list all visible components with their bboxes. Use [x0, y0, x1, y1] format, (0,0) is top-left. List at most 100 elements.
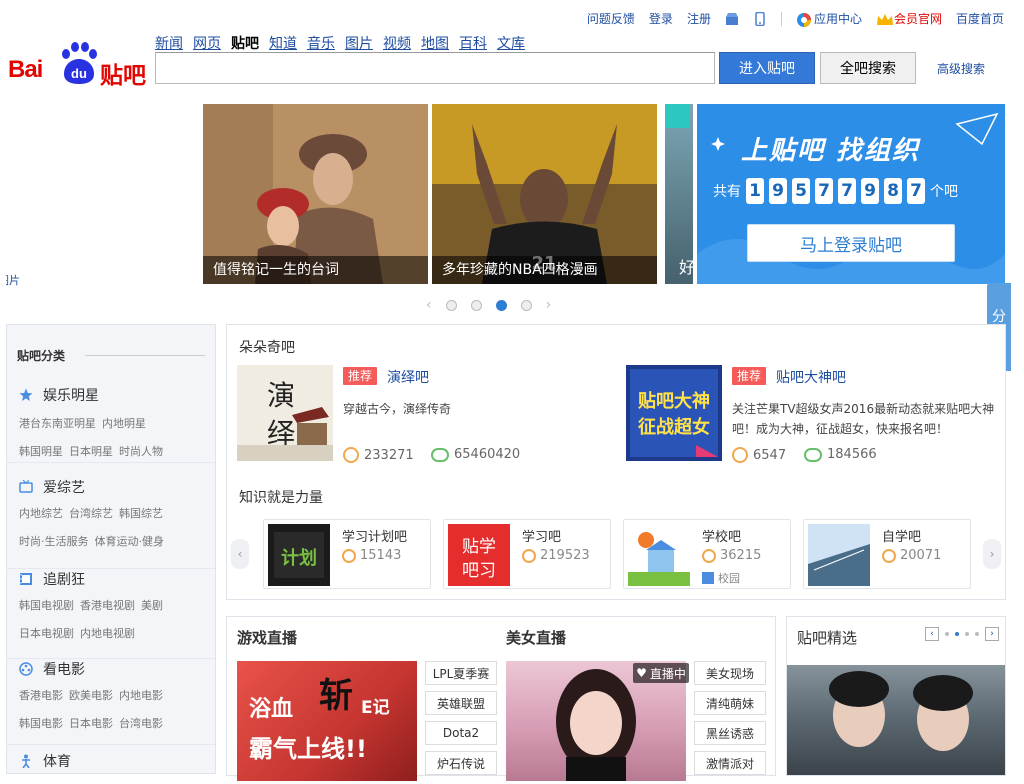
user-icon	[343, 447, 359, 463]
banner-next-arrow[interactable]: ›	[546, 297, 552, 313]
knowledge-card[interactable]: 计划 学习计划吧 15143	[263, 519, 431, 589]
banner-slide-1[interactable]: 值得铭记一生的台词	[203, 104, 428, 284]
banner-prev-arrow[interactable]: ‹	[426, 297, 432, 313]
nav-item[interactable]: 百科	[459, 33, 487, 53]
subcategory-link[interactable]: 日本电视剧	[19, 627, 74, 640]
user-icon	[882, 548, 896, 563]
promo-title: 上贴吧 找组织	[741, 136, 921, 166]
card-tag: 校园	[702, 570, 740, 586]
subcategory-link[interactable]: 韩国综艺	[119, 507, 163, 520]
subcategory-link[interactable]: 港台东南亚明星	[19, 417, 96, 430]
tieba-name[interactable]: 演绎吧	[387, 367, 429, 387]
game-tag[interactable]: Dota2	[425, 721, 497, 745]
subcategory-link[interactable]: 韩国电视剧	[19, 599, 74, 612]
enter-tieba-button[interactable]: 进入贴吧	[719, 52, 815, 84]
nav-item[interactable]: 图片	[345, 33, 373, 53]
pager-dot[interactable]	[965, 632, 969, 636]
category-title[interactable]: 看电影	[19, 659, 85, 679]
baidu-tieba-logo[interactable]: Bai du 贴吧	[6, 38, 146, 89]
subcategory-link[interactable]: 香港电视剧	[80, 599, 135, 612]
nav-item[interactable]: 音乐	[307, 33, 335, 53]
star-icon	[19, 388, 33, 402]
nav-item[interactable]: 知道	[269, 33, 297, 53]
post-count-value: 65460420	[454, 447, 521, 462]
nav-item[interactable]: 视频	[383, 33, 411, 53]
count-digit: 1	[746, 178, 764, 204]
subcategory-link[interactable]: 时尚人物	[119, 445, 163, 458]
mobile-icon[interactable]	[753, 11, 767, 26]
subcategory-link[interactable]: 时尚·生活服务	[19, 535, 89, 548]
featured-item-1[interactable]: 演 绎 推荐 演绎吧 穿越古今，演绎传奇 233271 65460420	[237, 365, 607, 465]
category-title[interactable]: 体育	[19, 751, 71, 771]
login-link[interactable]: 登录	[649, 10, 673, 27]
search-input[interactable]	[155, 52, 715, 84]
pager-dot[interactable]	[975, 632, 979, 636]
vip-link[interactable]: 会员官网	[876, 10, 942, 27]
jingxuan-photo	[829, 671, 973, 751]
category-title[interactable]: 爱综艺	[19, 477, 85, 497]
svg-text:吧习: 吧习	[462, 561, 496, 581]
nav-item[interactable]: 新闻	[155, 33, 183, 53]
subcategory-link[interactable]: 欧美电影	[69, 689, 113, 702]
banner-slide-2[interactable]: 21 多年珍藏的NBA四格漫画	[432, 104, 657, 284]
game-tag[interactable]: 英雄联盟	[425, 691, 497, 715]
knowledge-card[interactable]: 学校吧 36215 校园	[623, 519, 791, 589]
nav-item[interactable]: 贴吧	[231, 33, 259, 53]
category-entertainment: 娱乐明星 港台东南亚明星 内地明星 韩国明星 日本明星 时尚人物	[7, 385, 215, 463]
knowledge-card[interactable]: 贴学 吧习 学习吧 219523	[443, 519, 611, 589]
game-tag[interactable]: 炉石传说	[425, 751, 497, 775]
count-digit: 9	[861, 178, 879, 204]
nav-item[interactable]: 地图	[421, 33, 449, 53]
featured-item-2[interactable]: 贴吧大神 征战超女 推荐 贴吧大神吧 关注芒果TV超级女声2016最新动态就来贴…	[626, 365, 996, 465]
jingxuan-next-button[interactable]: ›	[985, 627, 999, 641]
store-icon[interactable]	[725, 12, 739, 26]
register-link[interactable]: 注册	[687, 10, 711, 27]
banner-dot[interactable]	[445, 299, 457, 311]
banner-dot-active[interactable]	[495, 299, 507, 311]
cards-prev-arrow[interactable]: ‹	[231, 539, 249, 569]
knowledge-card[interactable]: 自学吧 20071	[803, 519, 971, 589]
game-tag[interactable]: LPL夏季赛	[425, 661, 497, 685]
subcategory-link[interactable]: 日本明星	[69, 445, 113, 458]
category-title[interactable]: 追剧狂	[19, 569, 85, 589]
subcategory-link[interactable]: 内地电视剧	[80, 627, 135, 640]
svg-text:浴血: 浴血	[249, 696, 293, 722]
jingxuan-prev-button[interactable]: ‹	[925, 627, 939, 641]
subcategory-link[interactable]: 内地综艺	[19, 507, 63, 520]
subcategory-link[interactable]: 台湾电影	[119, 717, 163, 730]
banner-slide-3-peek[interactable]: 好	[665, 104, 693, 284]
subcategory-link[interactable]: 日本电影	[69, 717, 113, 730]
category-title[interactable]: 娱乐明星	[19, 385, 99, 405]
app-center-link[interactable]: 应用中心	[796, 10, 862, 27]
subcategory-link[interactable]: 内地电影	[119, 689, 163, 702]
subcategory-link[interactable]: 台湾综艺	[69, 507, 113, 520]
girl-tag[interactable]: 激情派对	[694, 751, 766, 775]
study-plan-thumbnail: 计划	[268, 524, 330, 586]
subcategory-link[interactable]: 香港电影	[19, 689, 63, 702]
tieba-name[interactable]: 贴吧大神吧	[776, 367, 846, 387]
subcategory-link[interactable]: 美剧	[141, 599, 163, 612]
subcategory-link[interactable]: 体育运动·健身	[95, 535, 165, 548]
nav-item[interactable]: 文库	[497, 33, 525, 53]
girl-tag[interactable]: 清纯萌妹	[694, 691, 766, 715]
jingxuan-image[interactable]	[787, 665, 1005, 775]
pager-dot-active[interactable]	[955, 632, 959, 636]
search-all-button[interactable]: 全吧搜索	[820, 52, 916, 84]
svg-text:计划: 计划	[281, 547, 317, 569]
game-live-image[interactable]: 浴血 斩 E记 霸气上线!!	[237, 661, 417, 781]
girl-tag[interactable]: 黑丝诱惑	[694, 721, 766, 745]
baidu-home-link[interactable]: 百度首页	[956, 10, 1004, 27]
login-promo: 上贴吧 找组织 共有 1 9 5 7 7 9 8 7 个吧 马上登录贴吧	[697, 104, 1005, 284]
subcategory-link[interactable]: 韩国明星	[19, 445, 63, 458]
subcategory-link[interactable]: 内地明星	[102, 417, 146, 430]
girl-tag[interactable]: 美女现场	[694, 661, 766, 685]
advanced-search-link[interactable]: 高级搜索	[937, 60, 985, 77]
subcategory-link[interactable]: 韩国电影	[19, 717, 63, 730]
pager-dot[interactable]	[945, 632, 949, 636]
nav-item[interactable]: 网页	[193, 33, 221, 53]
banner-dot[interactable]	[520, 299, 532, 311]
feedback-link[interactable]: 问题反馈	[587, 10, 635, 27]
banner-dot[interactable]	[470, 299, 482, 311]
login-tieba-button[interactable]: 马上登录贴吧	[747, 224, 955, 262]
card-name: 学习计划吧	[342, 530, 408, 545]
